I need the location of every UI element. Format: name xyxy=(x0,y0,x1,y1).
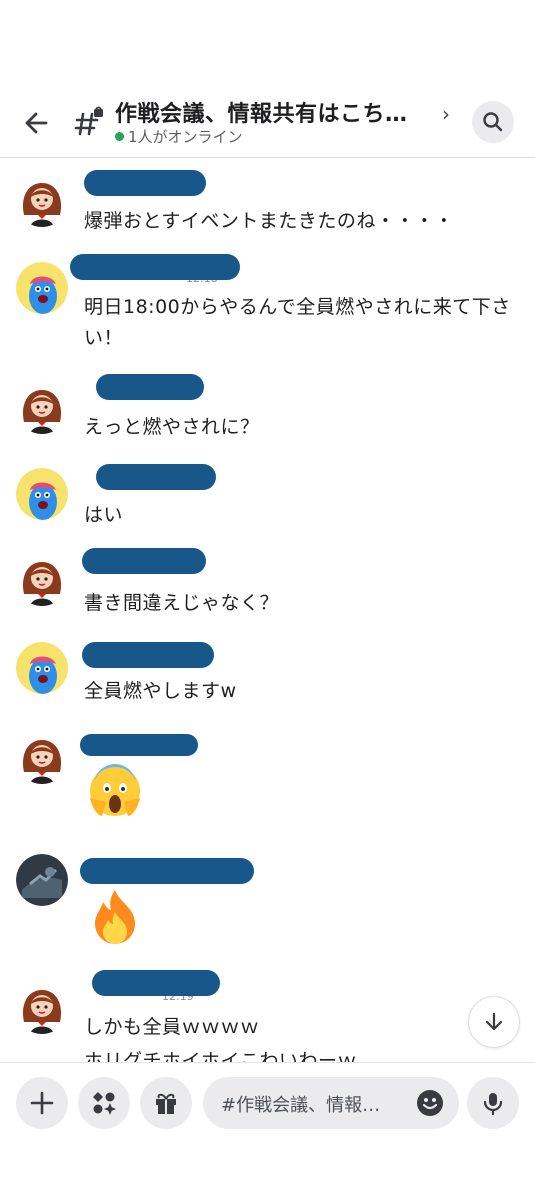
channel-header: 作戦会議、情報共有はこち… 1人がオンライン › xyxy=(0,88,535,156)
online-status: 1人がオンライン xyxy=(115,126,243,147)
emoji-icon[interactable] xyxy=(416,1089,444,1117)
channel-title[interactable]: 作戦会議、情報共有はこち… xyxy=(115,96,408,128)
redaction-mark xyxy=(80,734,198,756)
message-text-continued: ホリグチホイホイこわいわーｗ xyxy=(84,1050,358,1062)
redaction-mark xyxy=(80,858,254,884)
blue-monster-avatar[interactable] xyxy=(16,468,68,520)
message-text: しかも全員ｗｗｗｗ xyxy=(84,1016,260,1038)
locked-hash-icon xyxy=(72,106,106,140)
arrow-down-icon xyxy=(485,1012,503,1031)
message-input-placeholder: #作戦会議、情報… xyxy=(221,1095,381,1116)
composer-bar: #作戦会議、情報… xyxy=(0,1062,535,1201)
search-icon xyxy=(483,112,503,132)
redaction-mark xyxy=(92,970,220,996)
redaction-mark xyxy=(82,548,206,574)
microphone-icon xyxy=(483,1093,503,1116)
gift-button[interactable] xyxy=(140,1077,192,1129)
scroll-to-bottom-button[interactable] xyxy=(468,996,520,1048)
apps-button[interactable] xyxy=(78,1077,130,1129)
message-text: 明日18:00からやるんで全員燃やされに来て下さい！ xyxy=(84,296,511,349)
message-text: 爆弾おとすイベントまたきたのね・・・・ xyxy=(84,210,454,232)
redaction-mark xyxy=(82,642,214,668)
redaction-mark xyxy=(96,374,204,400)
message-input[interactable]: #作戦会議、情報… xyxy=(203,1077,459,1129)
message-text: はい xyxy=(84,504,124,526)
online-count: 1人がオンライン xyxy=(128,128,243,146)
woman-avatar[interactable] xyxy=(16,554,68,606)
woman-avatar[interactable] xyxy=(16,732,68,784)
photo-avatar[interactable] xyxy=(16,854,68,906)
voice-button[interactable] xyxy=(467,1077,519,1129)
gift-icon xyxy=(156,1093,176,1114)
blue-monster-avatar[interactable] xyxy=(16,262,68,314)
search-button[interactable] xyxy=(472,101,514,143)
message-text: えっと燃やされに？ xyxy=(84,416,260,438)
author-row xyxy=(84,466,90,488)
author-row xyxy=(84,378,90,400)
back-arrow-icon[interactable] xyxy=(20,106,54,140)
woman-avatar[interactable] xyxy=(16,175,68,227)
online-dot xyxy=(115,132,124,141)
woman-avatar[interactable] xyxy=(16,982,68,1034)
redaction-mark xyxy=(96,464,216,490)
apps-icon xyxy=(93,1092,116,1115)
woman-avatar[interactable] xyxy=(16,382,68,434)
screaming-face-emoji xyxy=(84,760,146,822)
blue-monster-avatar[interactable] xyxy=(16,642,68,694)
fire-emoji xyxy=(84,886,146,948)
chevron-right-icon[interactable]: › xyxy=(442,102,450,126)
message-text: 全員燃やしますw xyxy=(84,680,237,702)
redaction-mark xyxy=(70,254,240,280)
plus-icon xyxy=(30,1091,54,1115)
redaction-mark xyxy=(84,170,206,196)
message-text: 書き間違えじゃなく？ xyxy=(84,592,280,614)
attach-button[interactable] xyxy=(16,1077,68,1129)
header-divider xyxy=(0,157,535,158)
